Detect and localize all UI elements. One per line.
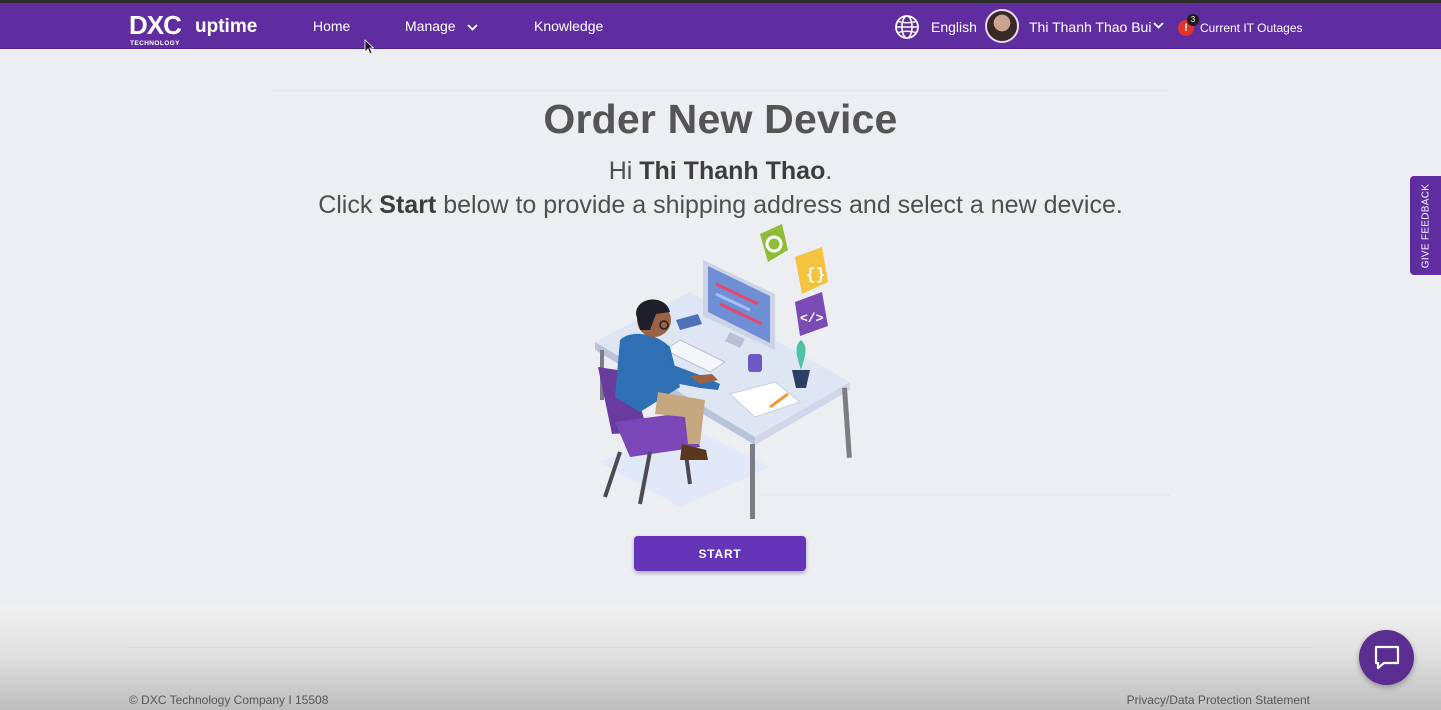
globe-icon[interactable]: [894, 14, 920, 40]
outages-count-badge: 3: [1187, 14, 1199, 26]
copyright-text: © DXC Technology Company I 15508: [129, 693, 329, 707]
greeting-prefix: Hi: [608, 157, 640, 185]
chat-icon: [1374, 645, 1400, 670]
greeting-name: Thi Thanh Thao: [639, 157, 826, 185]
give-feedback-label: GIVE FEEDBACK: [1420, 183, 1431, 268]
nav-knowledge-label: Knowledge: [534, 18, 604, 34]
give-feedback-tab[interactable]: GIVE FEEDBACK: [1410, 176, 1441, 275]
start-button[interactable]: START: [634, 536, 806, 571]
instruction-prefix: Click: [318, 191, 380, 219]
page-title: Order New Device: [543, 96, 898, 142]
nav-home[interactable]: Home: [313, 17, 350, 35]
language-selector[interactable]: English: [931, 19, 977, 35]
avatar[interactable]: [985, 9, 1019, 43]
greeting-suffix: .: [825, 157, 833, 185]
instruction-text: Click Start below to provide a shipping …: [0, 191, 1441, 220]
top-navigation-bar: DXC TECHNOLOGY uptime Home Manage Knowle…: [0, 0, 1441, 49]
greeting: Hi Thi Thanh Thao.: [0, 157, 1441, 186]
dxc-uptime-logo[interactable]: DXC TECHNOLOGY uptime: [129, 12, 264, 48]
svg-text:</>: </>: [800, 311, 824, 326]
privacy-statement-link[interactable]: Privacy/Data Protection Statement: [1127, 693, 1310, 707]
svg-text:{}: {}: [806, 266, 825, 284]
instruction-strong: Start: [379, 191, 437, 219]
user-name[interactable]: Thi Thanh Thao Bui: [1029, 19, 1151, 35]
nav-knowledge[interactable]: Knowledge: [534, 17, 603, 35]
footer: © DXC Technology Company I 15508 Privacy…: [0, 605, 1441, 710]
footer-divider: [129, 647, 1311, 648]
nav-home-label: Home: [313, 18, 351, 34]
logo-dxc-text: DXC: [129, 12, 182, 40]
nav-manage[interactable]: Manage: [405, 17, 479, 35]
nav-manage-label: Manage: [405, 18, 456, 34]
chat-button[interactable]: [1359, 630, 1414, 685]
person-at-desk-illustration: {} </>: [595, 224, 852, 519]
logo-technology-text: TECHNOLOGY: [130, 40, 180, 47]
divider: [270, 90, 1170, 91]
mouse-cursor-icon: [364, 39, 374, 55]
current-it-outages-link[interactable]: Current IT Outages: [1200, 21, 1303, 35]
logo-uptime-text: uptime: [195, 16, 257, 37]
chevron-down-icon[interactable]: [1153, 22, 1164, 29]
instruction-suffix: below to provide a shipping address and …: [436, 191, 1123, 219]
chevron-down-icon: [467, 24, 479, 31]
